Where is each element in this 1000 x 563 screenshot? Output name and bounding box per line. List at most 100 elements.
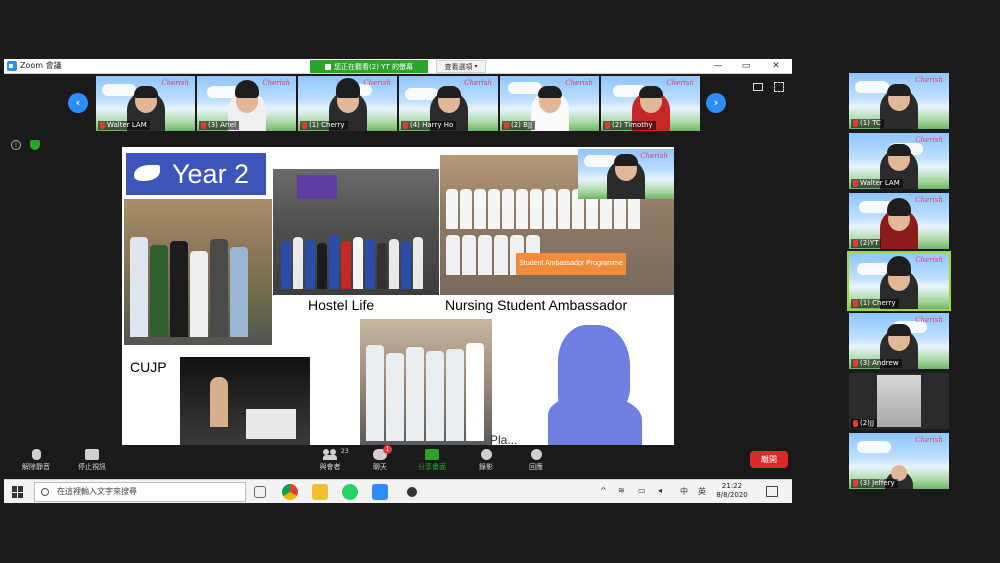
dove-icon — [134, 165, 160, 181]
mic-muted-icon — [605, 122, 610, 129]
participant-name: (2)JJ — [860, 419, 875, 427]
meeting-controls: 解除靜音 停止視訊 23 與會者 1 聊天 分享畫面 錄影 回應 離開 — [8, 445, 796, 479]
battery-icon[interactable]: ▭ — [638, 486, 646, 495]
share-screen-button[interactable]: 分享畫面 — [412, 449, 452, 472]
hostel-life-label: Hostel Life — [308, 297, 375, 313]
chrome-icon[interactable] — [282, 484, 298, 500]
ambassador-banner-text: Student Ambassador Programme — [519, 260, 623, 267]
participant-tile[interactable]: Cherish (2) BJJ — [500, 76, 599, 131]
obs-icon[interactable] — [404, 484, 420, 500]
windows-start-icon[interactable] — [12, 486, 24, 498]
participant-tile[interactable]: Cherish (1) Cherry — [298, 76, 397, 131]
shield-icon[interactable] — [30, 140, 40, 150]
participant-tile-active-speaker[interactable]: Cherish (1) Cherry — [847, 251, 951, 311]
slide-title: Year 2 — [172, 159, 250, 189]
taskbar-search-box[interactable]: 在這裡輸入文字來搜尋 — [34, 482, 246, 502]
chat-button[interactable]: 1 聊天 — [360, 445, 400, 472]
participant-tile[interactable]: Cherish (2)YT — [849, 193, 949, 249]
screen-share-banner[interactable]: 您正在觀看(2) YT 的螢幕 — [310, 60, 428, 73]
mic-muted-icon — [853, 360, 858, 367]
participant-tile[interactable]: Cherish (3) Ariel — [197, 76, 296, 131]
gallery-view-icon[interactable] — [753, 83, 763, 91]
stop-video-label: 停止視訊 — [78, 463, 106, 471]
brand-text: Cherish — [161, 79, 189, 87]
flag-image — [297, 175, 337, 199]
brand-text: Cherish — [915, 136, 943, 144]
participant-tile[interactable]: Cherish (1) TC — [849, 73, 949, 129]
volume-icon[interactable]: ◂ — [658, 486, 662, 495]
network-icon[interactable]: ≋ — [618, 486, 625, 495]
taskbar-clock[interactable]: 21:22 8/8/2020 — [710, 482, 754, 500]
brand-text: Cherish — [666, 79, 694, 87]
participant-nameplate: (2)JJ — [851, 419, 878, 428]
mic-muted-icon — [853, 420, 858, 427]
mic-muted-icon — [403, 122, 408, 129]
gallery-next-button[interactable]: › — [706, 93, 726, 113]
nursing-ambassador-label: Nursing Student Ambassador — [445, 297, 628, 313]
zoom-taskbar-icon[interactable] — [372, 484, 388, 500]
participant-tile[interactable]: (2)JJ — [849, 373, 949, 429]
mic-muted-icon — [201, 122, 206, 129]
file-explorer-icon[interactable] — [312, 484, 328, 500]
task-view-icon[interactable] — [254, 486, 266, 498]
whatsapp-icon[interactable] — [342, 484, 358, 500]
shared-screen-slide: Year 2 Student Ambassador Programme Cher… — [122, 147, 674, 445]
share-screen-icon — [425, 449, 439, 460]
participant-name: Walter LAM — [107, 121, 147, 129]
participants-button[interactable]: 23 與會者 — [310, 448, 350, 472]
search-icon — [41, 488, 49, 496]
unmute-button[interactable]: 解除靜音 — [16, 449, 56, 472]
participant-nameplate: (2)YT — [851, 239, 882, 248]
fullscreen-icon[interactable] — [774, 82, 784, 92]
brand-text: Cherish — [915, 316, 943, 324]
reactions-button[interactable]: 回應 — [516, 449, 556, 472]
unmute-label: 解除靜音 — [22, 463, 50, 471]
ime-language[interactable]: 中 — [680, 486, 688, 497]
participant-tile[interactable]: Cherish Walter LAM — [96, 76, 195, 131]
mic-muted-icon — [853, 120, 858, 127]
participant-name: (2) BJJ — [511, 121, 533, 129]
participant-tile[interactable]: Cherish (3) Jeffery — [849, 433, 949, 489]
close-button[interactable]: ✕ — [766, 59, 786, 74]
participant-nameplate: (4) Harry Ho — [401, 121, 457, 130]
share-screen-label: 分享畫面 — [418, 463, 446, 471]
stop-video-button[interactable]: 停止視訊 — [72, 449, 112, 472]
video-camera-icon — [85, 449, 99, 460]
participant-name: (3) Andrew — [860, 359, 899, 367]
participant-tile[interactable]: Cherish Walter LAM — [849, 133, 949, 189]
participant-nameplate: (1) TC — [851, 119, 884, 128]
participant-nameplate: (1) Cherry — [851, 299, 899, 308]
participant-tile[interactable]: Cherish (3) Andrew — [849, 313, 949, 369]
restore-button[interactable]: ▭ — [736, 59, 756, 74]
mic-muted-icon — [853, 240, 858, 247]
record-button[interactable]: 錄影 — [466, 449, 506, 472]
participant-tile[interactable]: Cherish (4) Harry Ho — [399, 76, 498, 131]
zoom-window: Zoom 會議 您正在觀看(2) YT 的螢幕 查看選項 ▾ — ▭ ✕ ‹ ›… — [4, 59, 796, 503]
reactions-icon — [530, 449, 542, 460]
participant-tile[interactable]: Cherish (2) Timothy — [601, 76, 700, 131]
tray-chevron-icon[interactable]: ^ — [600, 486, 607, 495]
screen-share-banner-text: 您正在觀看(2) YT 的螢幕 — [334, 62, 413, 71]
participant-name: (3) Jeffery — [860, 479, 895, 487]
nurse-silhouette-image — [542, 325, 642, 445]
chat-label: 聊天 — [373, 463, 387, 471]
notifications-icon[interactable] — [766, 486, 778, 497]
friends-photo — [124, 199, 272, 345]
gallery-prev-button[interactable]: ‹ — [68, 93, 88, 113]
participant-name: (1) Cherry — [860, 299, 896, 307]
brand-text: Cherish — [915, 256, 943, 264]
ime-mode[interactable]: 英 — [698, 486, 706, 497]
mic-muted-icon — [853, 480, 858, 487]
participant-nameplate: (2) Timothy — [603, 121, 656, 130]
view-options-button[interactable]: 查看選項 ▾ — [436, 60, 486, 73]
presenter-video-overlay[interactable]: Cherish — [578, 149, 674, 199]
minimize-button[interactable]: — — [708, 59, 728, 74]
placement-group-photo — [360, 319, 492, 445]
leave-meeting-button[interactable]: 離開 — [750, 451, 788, 468]
partial-slide-label: Pla... — [490, 433, 518, 445]
info-icon[interactable]: i — [11, 140, 21, 150]
participant-name: (3) Ariel — [208, 121, 237, 129]
participant-name: (4) Harry Ho — [410, 121, 454, 129]
title-bar: Zoom 會議 您正在觀看(2) YT 的螢幕 查看選項 ▾ — ▭ ✕ — [4, 59, 792, 74]
brand-text: Cherish — [363, 79, 391, 87]
